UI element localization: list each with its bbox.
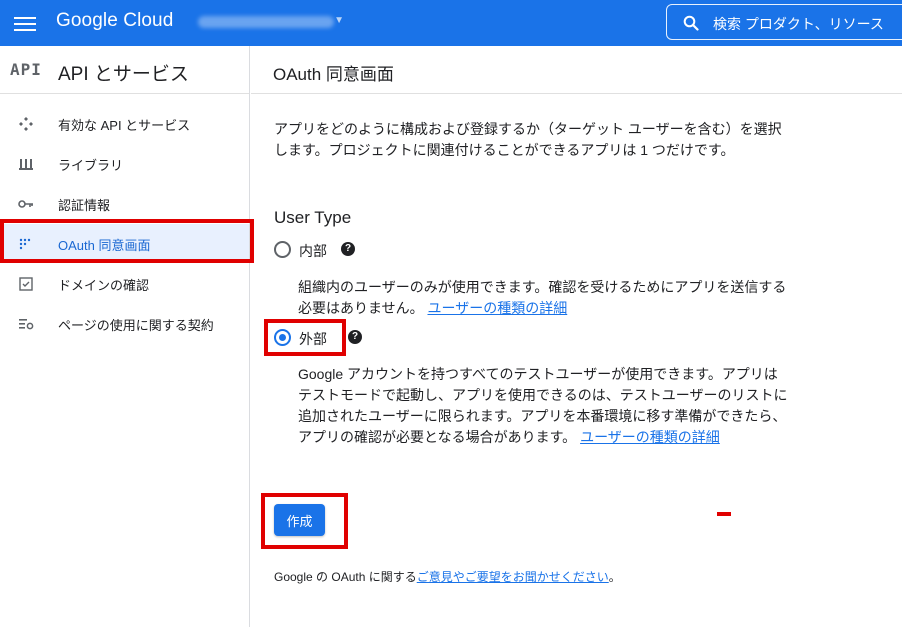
sidebar-item-oauth-consent[interactable]: OAuth 同意画面 [0,224,249,262]
feedback-note: Google の OAuth に関するご意見やご要望をお聞かせください。 [274,568,621,585]
sidebar-item-label: ライブラリ [58,158,124,173]
radio-internal[interactable]: 内部 ? [274,239,384,261]
sidebar-item-domain-verification[interactable]: ドメインの確認 [0,264,249,302]
page-header: OAuth 同意画面 [251,46,902,94]
help-icon[interactable]: ? [341,242,355,256]
api-hub-icon [19,117,33,131]
internal-description: 組織内のユーザーのみが使用できます。確認を受けるためにアプリを送信する必要はあり… [298,277,788,319]
sidebar-item-library[interactable]: ライブラリ [0,144,249,182]
intro-text: アプリをどのように構成および登録するか（ターゲット ユーザーを含む）を選択します… [274,121,782,158]
radio-external-label: 外部 [299,331,327,347]
sidebar-header: API API とサービス [0,46,249,94]
red-mark [717,512,731,516]
checkbox-icon [19,277,33,291]
sidebar-title: API とサービス [58,64,189,85]
main-content: OAuth 同意画面 アプリをどのように構成および登録するか（ターゲット ユーザ… [251,46,902,627]
project-name-blurred [198,16,334,28]
sidebar-item-credentials[interactable]: 認証情報 [0,184,249,222]
sidebar-item-label: ドメインの確認 [58,278,150,293]
google-cloud-logo[interactable]: Google Cloud [56,10,173,32]
external-learn-more-link[interactable]: ユーザーの種類の詳細 [580,429,720,445]
feedback-suffix: 。 [608,570,621,584]
settings-list-icon [19,319,34,330]
sidebar-item-label: 認証情報 [58,198,111,213]
search-placeholder: 検索 プロダクト、リソース [713,16,884,32]
radio-external-circle[interactable] [274,329,291,346]
radio-internal-label: 内部 [299,243,327,259]
radio-external[interactable]: 外部 ? [274,327,384,349]
sidebar-item-label: 有効な API とサービス [58,118,191,133]
feedback-prefix: Google の OAuth に関する [274,570,417,584]
sidebar-item-label: ページの使用に関する契約 [58,318,214,333]
api-icon: API [10,60,42,79]
external-description: Google アカウントを持つすべてのテストユーザーが使用できます。アプリはテス… [298,364,788,448]
search-icon [683,15,699,31]
sidebar-item-page-usage-agreements[interactable]: ページの使用に関する契約 [0,304,249,342]
search-input[interactable]: 検索 プロダクト、リソース [666,4,902,40]
caret-down-icon: ▼ [334,15,344,26]
project-selector[interactable]: ▼ [198,13,348,31]
consent-icon [19,238,31,250]
sidebar-item-label: OAuth 同意画面 [58,238,151,253]
sidebar: API API とサービス 有効な API とサービス ライブラリ 認証情報 O… [0,46,250,627]
menu-icon[interactable] [14,13,36,33]
key-icon [18,200,33,208]
internal-learn-more-link[interactable]: ユーザーの種類の詳細 [427,300,567,316]
top-app-bar: Google Cloud ▼ 検索 プロダクト、リソース [0,0,902,46]
page-title: OAuth 同意画面 [273,65,394,84]
help-icon[interactable]: ? [348,330,362,344]
radio-internal-circle[interactable] [274,241,291,258]
feedback-link[interactable]: ご意見やご要望をお聞かせください [417,570,609,584]
create-button[interactable]: 作成 [274,504,325,536]
library-icon [19,159,33,170]
user-type-heading: User Type [274,208,352,227]
sidebar-item-enabled-apis[interactable]: 有効な API とサービス [0,104,249,142]
